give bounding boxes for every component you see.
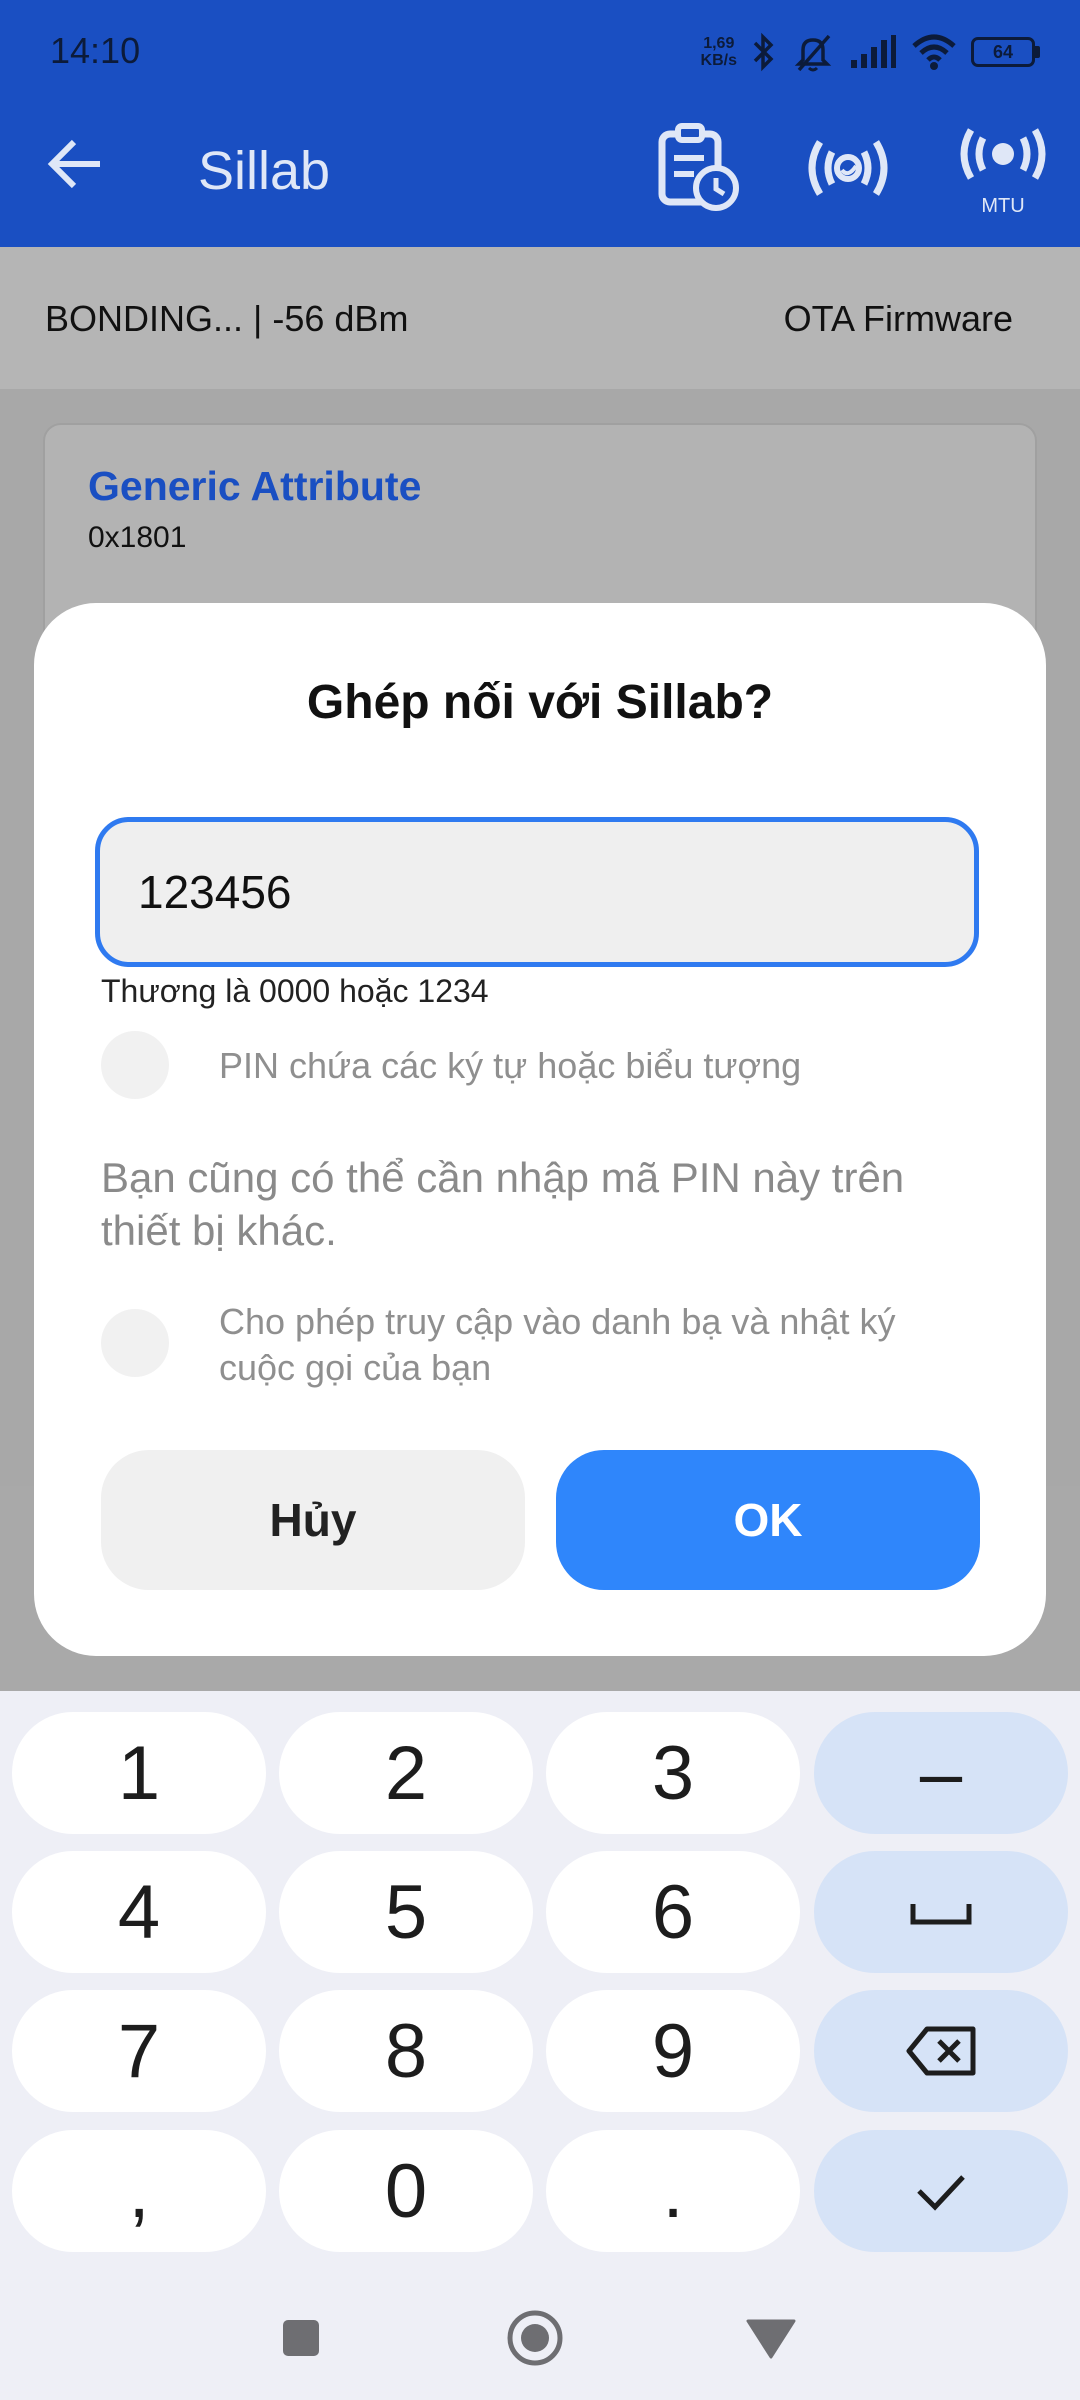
back-arrow-icon[interactable] xyxy=(44,132,108,196)
bell-off-icon xyxy=(794,34,832,72)
pin-symbols-checkbox[interactable] xyxy=(101,1031,169,1099)
connection-status: BONDING... | -56 dBm xyxy=(45,298,409,339)
key-8[interactable]: 8 xyxy=(279,1990,533,2112)
key-5[interactable]: 5 xyxy=(279,1851,533,1973)
key-0[interactable]: 0 xyxy=(279,2130,533,2252)
cancel-button[interactable]: Hủy xyxy=(101,1450,525,1590)
contacts-access-checkbox[interactable] xyxy=(101,1309,169,1377)
status-time: 14:10 xyxy=(50,30,141,71)
rssi-icon[interactable] xyxy=(798,118,898,218)
key-2[interactable]: 2 xyxy=(279,1712,533,1834)
status-icons: 1,69 KB/s 64 xyxy=(701,22,1040,82)
log-history-icon[interactable] xyxy=(648,118,748,218)
backspace-icon xyxy=(906,2026,976,2076)
recents-button[interactable] xyxy=(266,2303,336,2373)
space-icon xyxy=(910,1904,972,1925)
triangle-icon xyxy=(746,2319,796,2359)
contacts-access-label: Cho phép truy cập vào danh bạ và nhật ký… xyxy=(219,1301,896,1388)
checkmark-icon xyxy=(917,2175,965,2211)
home-button[interactable] xyxy=(500,2303,570,2373)
key-3[interactable]: 3 xyxy=(546,1712,800,1834)
ok-button[interactable]: OK xyxy=(556,1450,980,1590)
circle-icon xyxy=(507,2310,563,2366)
back-button[interactable] xyxy=(736,2303,806,2373)
battery-icon: 64 xyxy=(971,37,1040,67)
service-name: Generic Attribute xyxy=(88,463,422,509)
pairing-dialog: Ghép nối với Sillab? Thương là 0000 hoặc… xyxy=(34,603,1046,1656)
mtu-icon[interactable]: MTU xyxy=(953,118,1053,218)
service-uuid: 0x1801 xyxy=(88,521,187,554)
pin-input[interactable] xyxy=(95,817,979,967)
pin-hint: Thương là 0000 hoặc 1234 xyxy=(101,973,489,1009)
key-1[interactable]: 1 xyxy=(12,1712,266,1834)
key-4[interactable]: 4 xyxy=(12,1851,266,1973)
numeric-keyboard: 1 2 3 – 4 5 6 7 8 9 , 0 . xyxy=(0,1691,1080,2400)
mtu-label: MTU xyxy=(981,195,1024,217)
key-minus[interactable]: – xyxy=(814,1712,1068,1834)
square-icon xyxy=(283,2320,319,2356)
key-space[interactable] xyxy=(814,1851,1068,1973)
key-7[interactable]: 7 xyxy=(12,1990,266,2112)
signal-icon xyxy=(851,35,896,68)
pin-note: Bạn cũng có thể cần nhập mã PIN này trên… xyxy=(101,1154,905,1254)
key-done[interactable] xyxy=(814,2130,1068,2252)
dialog-title: Ghép nối với Sillab? xyxy=(306,676,774,729)
network-speed: 1,69 KB/s xyxy=(700,35,737,69)
key-comma[interactable]: , xyxy=(12,2130,266,2252)
ota-firmware-button[interactable]: OTA Firmware xyxy=(784,298,1013,340)
page-title: Sillab xyxy=(198,141,331,201)
key-6[interactable]: 6 xyxy=(546,1851,800,1973)
bluetooth-icon xyxy=(753,32,774,72)
key-backspace[interactable] xyxy=(814,1990,1068,2112)
key-9[interactable]: 9 xyxy=(546,1990,800,2112)
wifi-icon xyxy=(912,34,956,70)
key-dot[interactable]: . xyxy=(546,2130,800,2252)
app-bar: 14:10 1,69 KB/s 64 Sillab MTU xyxy=(0,0,1080,247)
pin-symbols-label: PIN chứa các ký tự hoặc biểu tượng xyxy=(219,1045,802,1086)
